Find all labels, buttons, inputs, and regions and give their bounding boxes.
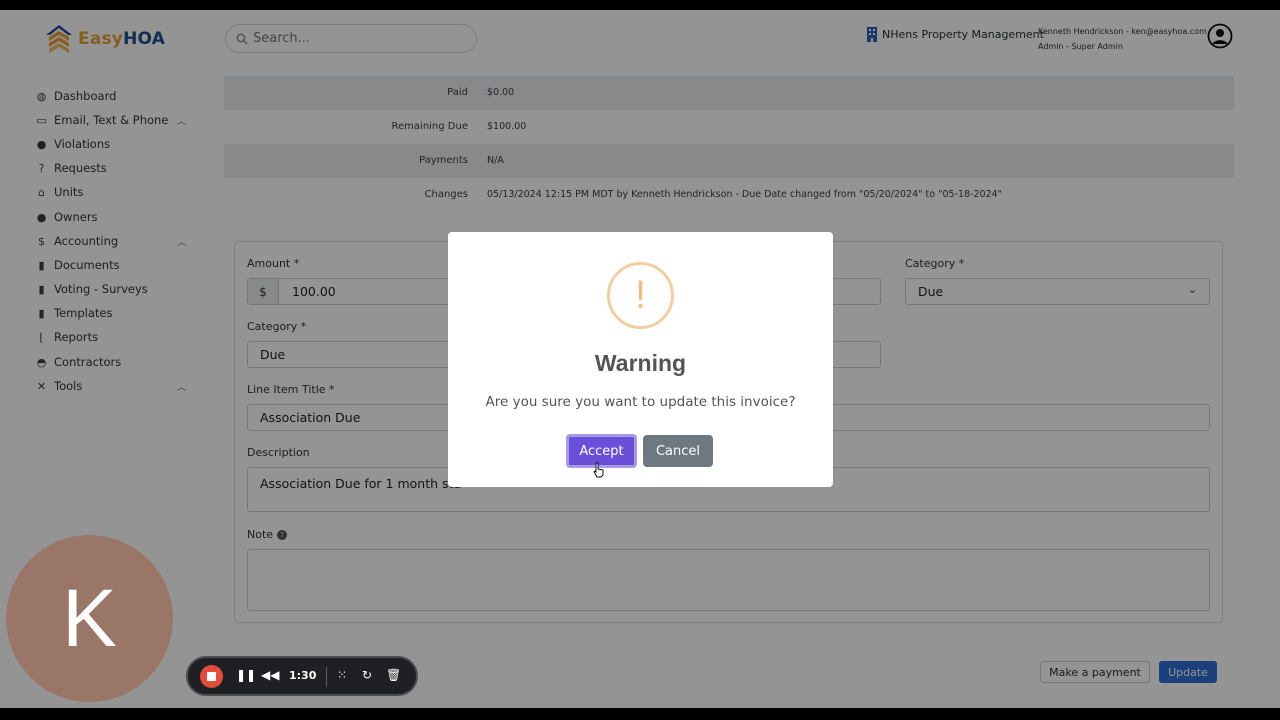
stop-icon <box>207 672 216 681</box>
dialog-title: Warning <box>594 350 687 376</box>
recording-time: 1:30 <box>289 669 317 682</box>
rewind-icon[interactable]: ◀◀ <box>261 668 279 682</box>
warning-dialog: ! Warning Are you sure you want to updat… <box>448 232 833 487</box>
restart-icon[interactable]: ↻ <box>362 668 372 682</box>
webcam-initial: K <box>62 572 117 664</box>
recording-toolbar: ❚❚ ◀◀ 1:30 ⁙ ↻ 🗑 <box>186 656 418 696</box>
grid-icon[interactable]: ⁙ <box>337 668 347 682</box>
dialog-message: Are you sure you want to update this inv… <box>485 394 796 410</box>
stop-recording-button[interactable] <box>200 665 223 688</box>
warning-icon: ! <box>607 262 674 329</box>
trash-icon[interactable]: 🗑 <box>386 668 401 682</box>
toolbar-divider <box>326 667 327 687</box>
webcam-bubble: K <box>6 535 173 702</box>
pause-icon[interactable]: ❚❚ <box>236 668 256 682</box>
app-screen: EasyHOA NHens Property Management Kennet… <box>0 10 1280 708</box>
hand-cursor-icon <box>593 462 604 478</box>
cancel-button[interactable]: Cancel <box>643 435 713 467</box>
